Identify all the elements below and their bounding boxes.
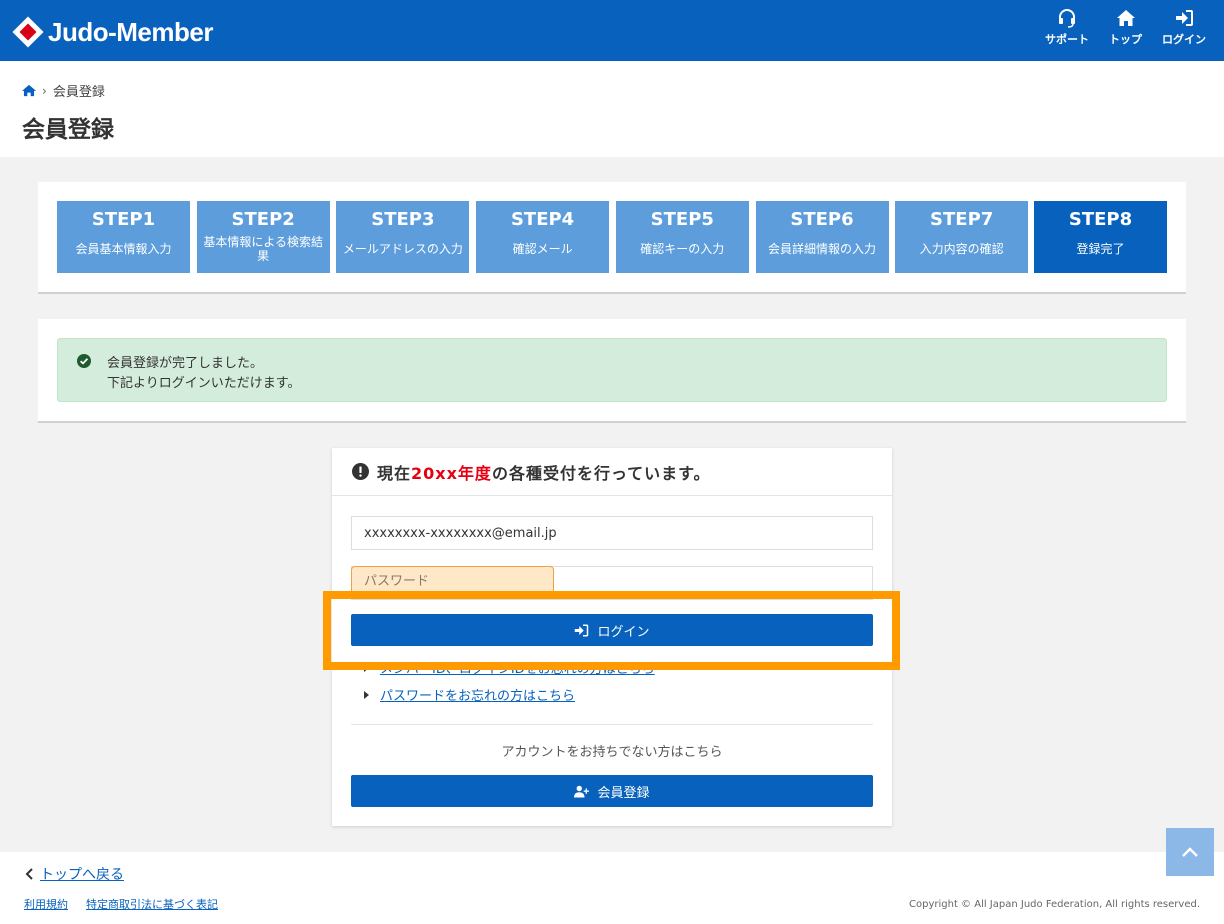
- step-number: STEP1: [91, 209, 156, 230]
- register-button-label: 会員登録: [597, 785, 650, 801]
- step-1: STEP1 会員基本情報入力: [57, 201, 190, 273]
- register-button[interactable]: 会員登録: [351, 775, 873, 807]
- step-number: STEP3: [371, 209, 435, 230]
- sign-in-icon: [575, 624, 589, 636]
- success-message: 会員登録が完了しました。: [107, 356, 264, 371]
- nav-support-label: サポート: [1045, 33, 1089, 46]
- login-card: 現在20xx年度の各種受付を行っています。 ログイン メンバーID、ログインID…: [332, 448, 892, 826]
- step-number: STEP8: [1068, 209, 1133, 230]
- breadcrumb: › 会員登録: [22, 81, 105, 100]
- scroll-to-top-button[interactable]: [1166, 828, 1214, 876]
- logo-mark-icon: [12, 16, 44, 48]
- step-label: 確認メール: [512, 242, 573, 256]
- divider: [351, 724, 873, 725]
- caret-right-icon: [364, 690, 369, 699]
- step-5: STEP5 確認キーの入力: [615, 201, 749, 273]
- home-icon[interactable]: [22, 84, 36, 97]
- notice-year: 20xx年度: [411, 463, 492, 483]
- sign-in-icon: [1176, 10, 1193, 26]
- step-number: STEP7: [930, 209, 994, 230]
- notice-prefix: 現在: [377, 463, 412, 483]
- step-label: 会員基本情報入力: [75, 242, 172, 256]
- step-6: STEP6 会員詳細情報の入力: [755, 201, 889, 273]
- caret-right-icon: [364, 663, 369, 672]
- success-submessage: 下記よりログインいただけます。: [107, 376, 301, 391]
- exclamation-circle-icon: [352, 463, 369, 480]
- password-field[interactable]: [351, 566, 873, 600]
- chevron-up-icon: [1182, 847, 1198, 857]
- step-number: STEP4: [510, 209, 575, 230]
- nav-login[interactable]: ログイン: [1162, 8, 1206, 47]
- step-label: 確認キーの入力: [640, 242, 725, 256]
- commerce-law-link[interactable]: 特定商取引法に基づく表記: [86, 896, 218, 912]
- breadcrumb-current: 会員登録: [52, 85, 105, 100]
- breadcrumb-separator: ›: [42, 83, 47, 98]
- step-label: 基本情報による検索結果: [203, 235, 324, 263]
- copyright: Copyright © All Japan Judo Federation, A…: [909, 899, 1200, 910]
- forgot-password-link-row: パスワードをお忘れの方はこちら: [364, 685, 575, 704]
- step-4: STEP4 確認メール: [476, 201, 610, 273]
- nav-top-label: トップ: [1109, 33, 1142, 46]
- step-3: STEP3 メールアドレスの入力: [336, 201, 470, 273]
- site-header: Judo-Member サポート トップ ログイン: [0, 0, 1224, 61]
- terms-link[interactable]: 利用規約: [24, 896, 68, 912]
- step-8-active: STEP8 登録完了: [1034, 201, 1167, 273]
- back-to-top-link[interactable]: トップへ戻る: [40, 864, 124, 884]
- forgot-password-link[interactable]: パスワードをお忘れの方はこちら: [380, 685, 575, 704]
- page-head: › 会員登録 会員登録: [0, 61, 1224, 157]
- password-input[interactable]: [351, 566, 554, 596]
- success-alert: 会員登録が完了しました。 下記よりログインいただけます。: [57, 338, 1167, 402]
- check-circle-icon: [77, 354, 91, 368]
- email-input[interactable]: [351, 516, 873, 550]
- page-title: 会員登録: [22, 117, 114, 143]
- no-account-text: アカウントをお持ちでない方はこちら: [501, 745, 723, 760]
- chevron-left-icon: [25, 868, 33, 880]
- step-label: 登録完了: [1076, 242, 1125, 256]
- step-label: メールアドレスの入力: [342, 242, 463, 256]
- notice-suffix: の各種受付を行っています。: [491, 463, 711, 483]
- headset-icon: [1059, 9, 1075, 28]
- step-7: STEP7 入力内容の確認: [895, 201, 1029, 273]
- nav-top[interactable]: トップ: [1109, 8, 1142, 47]
- success-card: 会員登録が完了しました。 下記よりログインいただけます。: [38, 319, 1186, 423]
- header-nav: サポート トップ ログイン: [1045, 8, 1206, 47]
- step-number: STEP6: [790, 209, 854, 230]
- step-label: 入力内容の確認: [919, 242, 1004, 256]
- forgot-id-link[interactable]: メンバーID、ログインIDをお忘れの方はこちら: [380, 658, 655, 677]
- nav-support[interactable]: サポート: [1045, 8, 1089, 47]
- step-number: STEP2: [231, 209, 295, 230]
- notice-header: 現在 20xx年度 の各種受付を行っています。: [332, 448, 892, 496]
- login-button[interactable]: ログイン: [351, 614, 873, 646]
- back-to-top-link-row: トップへ戻る: [24, 864, 124, 884]
- user-plus-icon: [574, 785, 590, 797]
- footer-links: 利用規約 特定商取引法に基づく表記: [24, 896, 218, 912]
- forgot-id-link-row: メンバーID、ログインIDをお忘れの方はこちら: [364, 658, 655, 677]
- step-2: STEP2 基本情報による検索結果: [196, 201, 330, 273]
- step-number: STEP5: [650, 209, 714, 230]
- logo-text: Judo-Member: [48, 16, 213, 47]
- nav-login-label: ログイン: [1162, 33, 1206, 46]
- home-icon: [1116, 10, 1135, 26]
- step-progress: STEP1 会員基本情報入力 STEP2 基本情報による検索結果 STEP3 メールア…: [38, 182, 1186, 294]
- login-button-label: ログイン: [597, 624, 650, 640]
- site-logo[interactable]: Judo-Member: [12, 16, 213, 48]
- step-label: 会員詳細情報の入力: [767, 242, 876, 256]
- site-footer: トップへ戻る 利用規約 特定商取引法に基づく表記 Copyright © All…: [0, 852, 1224, 924]
